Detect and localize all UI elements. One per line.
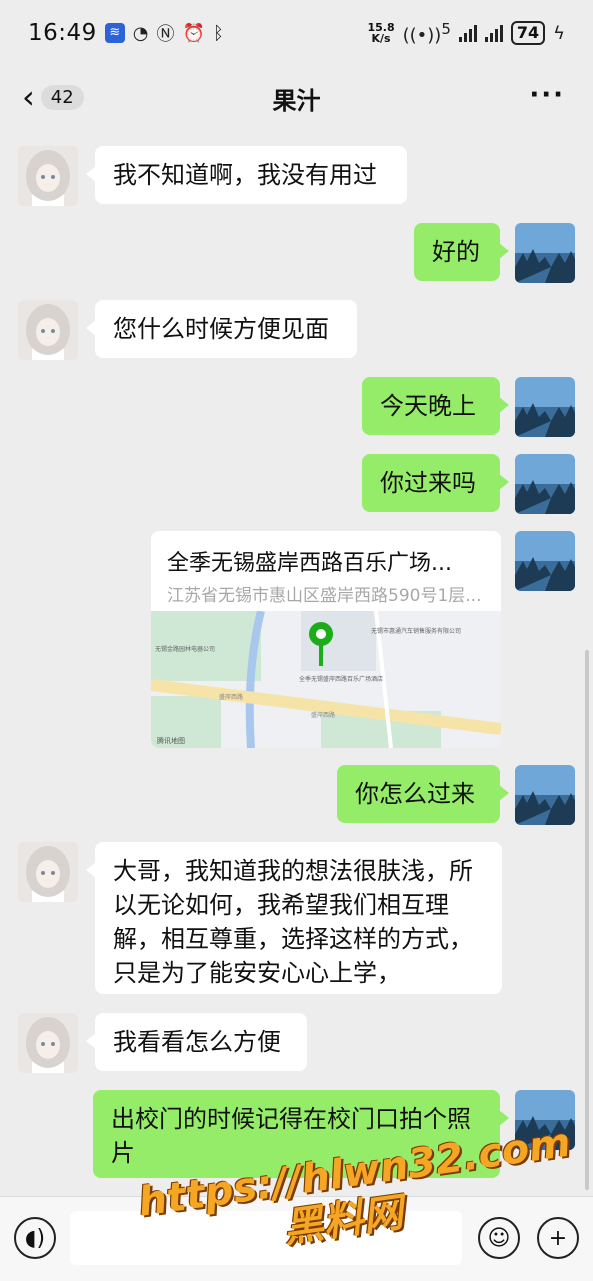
map-label: 全季无锡盛岸西路百乐广场酒店 <box>299 675 383 683</box>
chevron-left-icon: ‹ <box>22 78 35 116</box>
contact-avatar[interactable] <box>18 146 78 206</box>
network-speed: 15.8 K/s <box>367 22 394 44</box>
message-text: 您什么时候方便见面 <box>113 315 329 343</box>
message-bubble-outgoing[interactable]: 你过来吗 <box>362 454 509 512</box>
map-road-label: 盛岸西路 <box>311 711 335 719</box>
my-avatar[interactable] <box>515 765 575 825</box>
more-options-button[interactable]: ··· <box>529 80 565 110</box>
voice-assistant-icon: ≋ <box>104 23 125 43</box>
location-name: 全季无锡盛岸西路百乐广场... <box>167 551 452 576</box>
back-button[interactable]: ‹ 42 <box>22 80 84 114</box>
location-message-card[interactable]: 全季无锡盛岸西路百乐广场... 江苏省无锡市惠山区盛岸西路590号1层... 无… <box>151 531 501 748</box>
message-text: 你怎么过来 <box>355 780 475 808</box>
message-text: 你过来吗 <box>380 469 476 497</box>
battery-level: 74 <box>510 21 546 45</box>
my-avatar[interactable] <box>515 454 575 514</box>
message-bubble-outgoing[interactable]: 今天晚上 <box>362 377 509 435</box>
map-road-label: 盛岸西路 <box>219 693 243 701</box>
message-bubble-incoming[interactable]: 我不知道啊，我没有用过 <box>86 146 407 204</box>
status-time: 16:49 <box>28 20 97 46</box>
chat-header: ‹ 42 果汁 ··· <box>0 66 593 130</box>
message-text: 我不知道啊，我没有用过 <box>113 161 377 189</box>
bluetooth-icon: ᛒ <box>212 22 224 44</box>
message-bubble-incoming[interactable]: 您什么时候方便见面 <box>86 300 357 358</box>
message-bubble-incoming[interactable]: 大哥，我知道我的想法很肤浅，所以无论如何，我希望我们相互理解，相互尊重，选择这样… <box>86 842 502 994</box>
scrollbar[interactable] <box>585 650 589 1190</box>
speedometer-icon: ◔ <box>132 22 149 44</box>
map-label: 无锡市惠通汽车销售服务有限公司 <box>371 627 461 635</box>
map-credit: 腾讯地图 <box>157 736 185 745</box>
alarm-icon: ⏰ <box>182 22 205 44</box>
message-bubble-incoming[interactable]: 我看看怎么方便 <box>86 1013 307 1071</box>
plus-icon[interactable]: + <box>537 1217 579 1259</box>
hotspot-icon: ((•))5 <box>402 20 451 46</box>
signal-icon <box>484 24 503 42</box>
contact-avatar[interactable] <box>18 1013 78 1073</box>
message-bubble-outgoing[interactable]: 你怎么过来 <box>337 765 509 823</box>
unread-count-badge: 42 <box>40 84 84 110</box>
chat-title: 果汁 <box>272 86 321 115</box>
contact-avatar[interactable] <box>18 842 78 902</box>
network-speed-unit: K/s <box>371 32 391 45</box>
location-map[interactable]: 无锡市惠通汽车销售服务有限公司 无锡金路园林电器公司 全季无锡盛岸西路百乐广场酒… <box>151 611 501 748</box>
location-address: 江苏省无锡市惠山区盛岸西路590号1层... <box>167 586 482 606</box>
message-text: 大哥，我知道我的想法很肤浅，所以无论如何，我希望我们相互理解，相互尊重，选择这样… <box>113 857 473 987</box>
message-text: 我看看怎么方便 <box>113 1028 281 1056</box>
hotspot-badge: 5 <box>441 20 451 38</box>
map-label: 无锡金路园林电器公司 <box>155 645 215 653</box>
my-avatar[interactable] <box>515 531 575 591</box>
message-text: 今天晚上 <box>380 392 476 420</box>
message-text: 好的 <box>432 238 480 266</box>
status-bar: 16:49 ≋ ◔ Ⓝ ⏰ ᛒ 15.8 K/s ((•))5 74 ϟ <box>0 0 593 66</box>
status-bar-left: 16:49 ≋ ◔ Ⓝ ⏰ ᛒ <box>28 20 224 46</box>
voice-icon[interactable]: ◖) <box>14 1217 56 1259</box>
my-avatar[interactable] <box>515 223 575 283</box>
signal-icon <box>458 24 477 42</box>
nfc-icon: Ⓝ <box>156 24 175 45</box>
charging-icon: ϟ <box>553 22 565 44</box>
status-bar-right: 15.8 K/s ((•))5 74 ϟ <box>367 20 565 46</box>
my-avatar[interactable] <box>515 377 575 437</box>
contact-avatar[interactable] <box>18 300 78 360</box>
message-bubble-outgoing[interactable]: 好的 <box>414 223 509 281</box>
